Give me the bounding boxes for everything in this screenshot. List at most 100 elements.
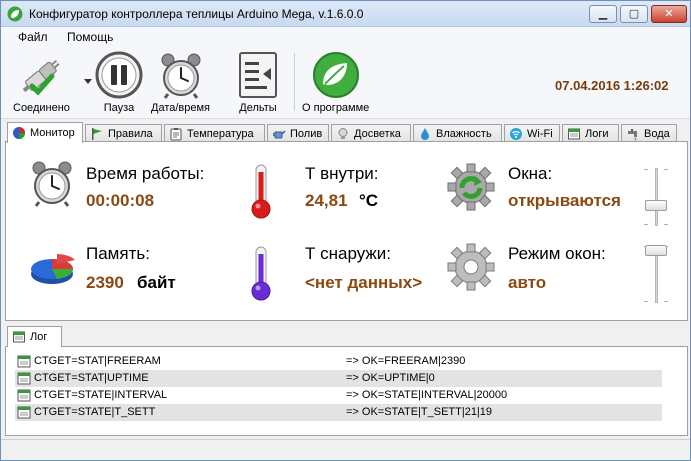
slider-tick (664, 169, 668, 170)
tab-logs[interactable]: Логи (562, 124, 619, 142)
log-command: CTGET=STATE|INTERVAL (34, 389, 168, 401)
slider-tick (644, 169, 648, 170)
clipboard-icon (170, 127, 182, 140)
tab-temperature[interactable]: Температура (164, 124, 265, 142)
deltas-document-icon (239, 52, 277, 98)
watering-can-icon (273, 129, 286, 138)
gear-icon (447, 243, 495, 291)
toolbar: Соединено Пауза Дата/время Дельты О прог… (1, 47, 690, 119)
log-entry-icon (17, 406, 31, 419)
status-bar (1, 439, 690, 460)
window-mode-value: авто (508, 273, 547, 292)
leaf-about-icon (312, 52, 359, 98)
log-response: => OK=STATE|T_SETT|21|19 (346, 406, 493, 418)
tab-logs-label: Логи (585, 127, 609, 140)
log-command: CTGET=STAT|FREERAM (34, 355, 161, 367)
window-mode-slider-thumb[interactable] (645, 245, 667, 256)
menu-help[interactable]: Помощь (67, 30, 113, 44)
log-entry-icon (17, 389, 31, 402)
windows-slider[interactable] (644, 168, 668, 226)
thermometer-cold-icon (251, 246, 271, 301)
memory-pie-chart-icon (31, 254, 75, 284)
temp-inside-label: Т внутри: (305, 164, 379, 183)
about-label: О программе (302, 102, 370, 114)
tab-log[interactable]: Лог (7, 326, 62, 347)
tab-watering-label: Полив (290, 127, 323, 140)
temp-inside-unit: °C (359, 191, 379, 210)
tab-monitor[interactable]: Монитор (7, 122, 83, 143)
deltas-button[interactable]: Дельты (233, 50, 283, 114)
tab-temperature-label: Температура (187, 127, 254, 140)
tab-humidity[interactable]: Влажность (413, 124, 502, 142)
temp-outside-label: Т снаружи: (305, 244, 391, 263)
log-command: CTGET=STATE|T_SETT (34, 406, 156, 418)
minimize-icon: ▁ (598, 7, 608, 20)
windows-slider-track (655, 168, 658, 226)
slider-tick (644, 224, 648, 225)
tab-wifi[interactable]: Wi-Fi (504, 124, 560, 142)
log-entry-icon (17, 355, 31, 368)
connect-label: Соединено (13, 102, 70, 114)
windows-slider-thumb[interactable] (645, 200, 667, 211)
gear-refresh-icon (447, 163, 495, 211)
uptime-label: Время работы: (86, 164, 205, 183)
datetime-label: Дата/время (151, 102, 211, 114)
slider-tick (664, 224, 668, 225)
menu-bar: Файл Помощь (1, 27, 690, 47)
alarm-clock-icon (161, 53, 200, 99)
log-row[interactable]: CTGET=STAT|UPTIME => OK=UPTIME|0 (15, 370, 662, 387)
maximize-button[interactable]: ▢ (620, 5, 648, 23)
thermometer-hot-icon (251, 164, 271, 219)
faucet-icon (628, 128, 637, 141)
log-tabs: Лог (5, 326, 688, 347)
pause-button[interactable]: Пауза (94, 50, 144, 114)
close-button[interactable]: ✕ (651, 5, 687, 23)
pause-label: Пауза (103, 102, 135, 114)
connect-dropdown-arrow-icon[interactable] (84, 79, 92, 84)
toolbar-separator (294, 53, 295, 111)
windows-label: Окна: (508, 164, 553, 183)
close-icon: ✕ (664, 7, 674, 20)
about-button[interactable]: О программе (302, 50, 369, 114)
log-response: => OK=FREERAM|2390 (346, 355, 466, 367)
tab-log-label: Лог (30, 331, 48, 343)
log-response: => OK=UPTIME|0 (346, 372, 435, 384)
maximize-icon: ▢ (628, 7, 640, 20)
temp-inside-value: 24,81 (305, 191, 348, 210)
slider-tick (664, 301, 668, 302)
memory-value: 2390 (86, 273, 124, 292)
datetime-button[interactable]: Дата/время (151, 50, 210, 114)
water-drop-icon (421, 127, 429, 140)
log-row[interactable]: CTGET=STATE|INTERVAL => OK=STATE|INTERVA… (15, 387, 662, 404)
tab-humidity-label: Влажность (436, 127, 492, 140)
menu-file[interactable]: Файл (18, 30, 48, 44)
tab-water[interactable]: Вода (621, 124, 677, 142)
log-row[interactable]: CTGET=STATE|T_SETT => OK=STATE|T_SETT|21… (15, 404, 662, 421)
log-panel[interactable]: CTGET=STAT|FREERAM => OK=FREERAM|2390 CT… (5, 346, 688, 436)
app-leaf-icon (7, 6, 23, 22)
window-title: Конфигуратор контроллера теплицы Arduino… (29, 7, 364, 21)
log-row[interactable]: CTGET=STAT|FREERAM => OK=FREERAM|2390 (15, 353, 662, 370)
wifi-icon (510, 127, 522, 140)
log-response: => OK=STATE|INTERVAL|20000 (346, 389, 508, 401)
tab-monitor-label: Монитор (30, 127, 75, 139)
window-mode-slider[interactable] (644, 245, 668, 303)
lightbulb-icon (338, 127, 348, 139)
calendar-icon (568, 128, 580, 139)
tab-water-label: Вода (644, 127, 670, 140)
tab-rules[interactable]: Правила (85, 124, 162, 142)
main-tabs: Монитор Правила Температура Полив Досвет… (5, 122, 688, 143)
minimize-button[interactable]: ▁ (589, 5, 617, 23)
memory-label: Память: (86, 244, 150, 263)
temp-outside-value: <нет данных> (305, 273, 423, 292)
tab-lighting-label: Досветка (354, 127, 401, 140)
app-window: Конфигуратор контроллера теплицы Arduino… (0, 0, 691, 461)
monitor-panel: Время работы: 00:00:08 Память: 2390 байт… (5, 141, 688, 321)
tab-watering[interactable]: Полив (267, 124, 329, 142)
connect-button[interactable]: Соединено (13, 50, 70, 114)
title-bar[interactable]: Конфигуратор контроллера теплицы Arduino… (1, 1, 690, 27)
deltas-label: Дельты (239, 102, 277, 114)
tab-lighting[interactable]: Досветка (331, 124, 411, 142)
pause-icon (95, 51, 143, 99)
current-datetime: 07.04.2016 1:26:02 (555, 78, 669, 93)
